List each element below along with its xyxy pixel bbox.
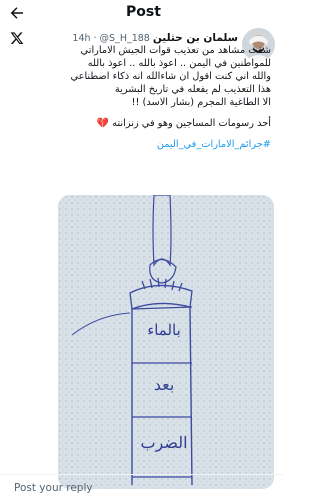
hashtag-link[interactable]: #جرائم_الامارات_في_اليمن: [33, 138, 271, 151]
tweet-line: أحد رسومات المساجين وهو في زنزانته 💔: [96, 118, 271, 129]
tweet-line: هذا التعذيب لم يفعله في تاريخ البشرية: [114, 84, 271, 95]
arrow-left-icon[interactable]: [8, 4, 26, 22]
page-title: Post: [126, 4, 161, 20]
tweet-line: للمواطنين في اليمن .. اعوذ بالله .. اعوذ…: [87, 58, 271, 69]
top-bar: Post: [0, 0, 283, 26]
separator-dot: ·: [93, 32, 97, 44]
drawing-label: الضرب: [140, 433, 188, 452]
x-logo-icon: [10, 30, 24, 44]
author-handle[interactable]: @S_H_188: [100, 33, 150, 44]
drawing-label: بعد: [153, 375, 175, 394]
drawing-label: بالماء: [147, 321, 181, 339]
tweet-line: الا الطاغية المجرم (بشار الاسد) !!: [131, 97, 271, 108]
author-name[interactable]: سلمان بن حثلين: [153, 32, 238, 44]
tweet-image[interactable]: بالماء بعد الضرب: [58, 195, 274, 489]
tweet-line: والله اني كنت اقول ان شاءالله انه ذكاء ا…: [70, 71, 271, 82]
reply-bar: [0, 475, 283, 500]
reply-input[interactable]: [14, 480, 214, 496]
tweet-line: شفت مشاهد من تعذيب قوات الجيش الاماراتي: [80, 45, 271, 56]
time[interactable]: 14h: [72, 33, 90, 44]
tweet-text: شفت مشاهد من تعذيب قوات الجيش الاماراتي …: [33, 44, 271, 151]
